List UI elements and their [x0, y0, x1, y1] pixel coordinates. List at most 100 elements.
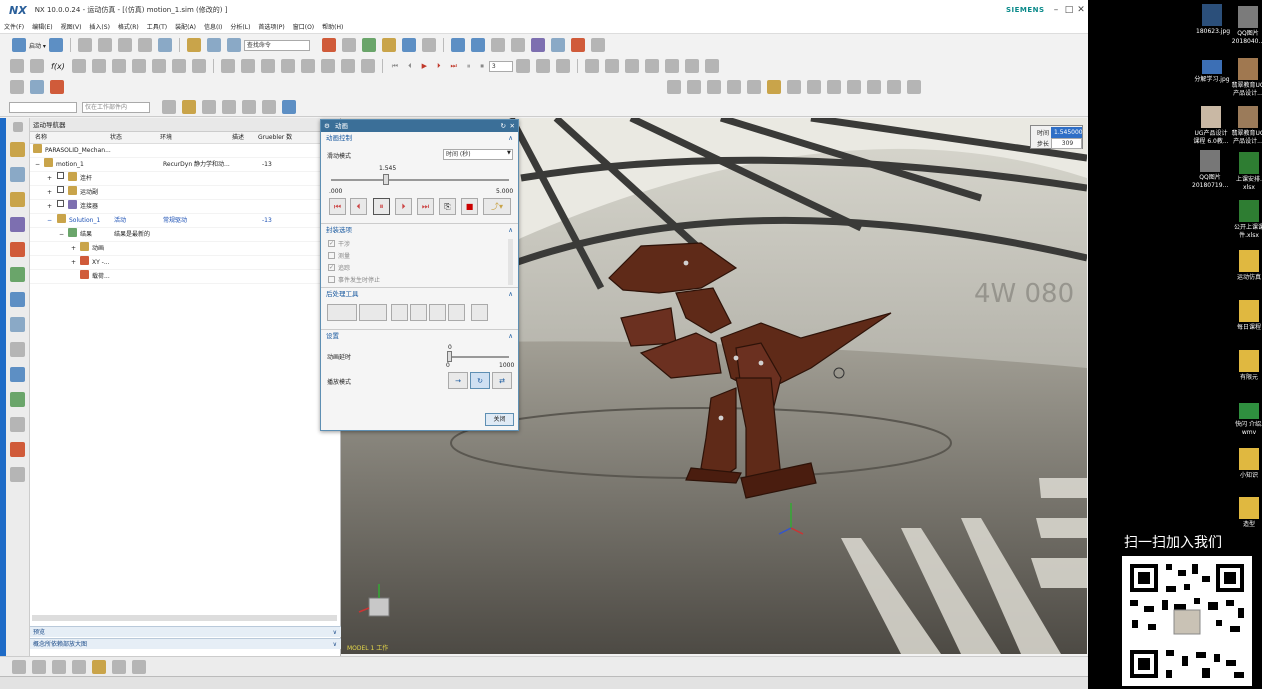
desktop-icon[interactable]: 造型 [1234, 497, 1262, 529]
menu-assembly[interactable]: 装配(A) [171, 22, 200, 31]
curve-tool-button[interactable] [410, 304, 427, 321]
static-wire-icon[interactable] [727, 80, 741, 94]
step-back-button[interactable]: ⏴ [350, 198, 367, 215]
dependency-panel-header[interactable]: 概念所依赖部放大图 ∨ [30, 638, 341, 649]
visibility-checkbox[interactable] [57, 200, 64, 207]
collapse-icon[interactable]: − [35, 158, 40, 172]
function-icon[interactable]: f(x) [51, 62, 65, 71]
measure-icon[interactable] [510, 38, 525, 52]
tree-row-connectors[interactable]: + 连接器 [30, 200, 340, 214]
bushing-icon[interactable] [111, 59, 126, 73]
start-menu[interactable]: 启动 ▾ [29, 41, 46, 50]
edit-icon[interactable] [92, 659, 106, 674]
hd3d-icon[interactable] [10, 267, 25, 282]
section-header-anim[interactable]: 动画控制 ∧ [321, 132, 518, 144]
time-value-input[interactable]: 1.545000 [1051, 127, 1083, 138]
graph-icon[interactable] [584, 59, 599, 73]
pause-button[interactable]: ⏸ [373, 198, 390, 215]
save-icon[interactable] [48, 38, 63, 52]
assembly-icon[interactable] [132, 659, 146, 674]
menu-info[interactable]: 信息(I) [200, 22, 226, 31]
reuse-library-icon[interactable] [10, 242, 25, 257]
layer-icon[interactable] [470, 38, 485, 52]
expand-icon[interactable]: + [71, 256, 76, 270]
assembly-navigator-icon[interactable] [10, 167, 25, 182]
type-filter-select[interactable] [9, 101, 77, 113]
tree-row-links[interactable]: + 连杆 [30, 172, 340, 186]
solution-icon[interactable] [320, 59, 335, 73]
trace-checkbox[interactable]: ✓ [328, 264, 335, 271]
section-header-settings[interactable]: 设置 ∧ [321, 330, 518, 342]
desktop-icon[interactable]: UG产品设计 课程 6.0教... [1191, 106, 1231, 146]
cut-icon[interactable] [77, 38, 92, 52]
section-tool-button[interactable] [448, 304, 465, 321]
last-frame-button[interactable]: ⏭ [417, 198, 434, 215]
delay-slider-track[interactable] [447, 356, 509, 358]
roles-icon[interactable] [10, 442, 25, 457]
settings-icon[interactable] [12, 122, 23, 132]
desktop-icon[interactable]: QQ图片 2018040... [1231, 6, 1262, 46]
box-icon[interactable] [10, 80, 24, 94]
collapse-icon[interactable]: − [59, 228, 64, 242]
force-icon[interactable] [220, 59, 235, 73]
visibility-checkbox[interactable] [57, 186, 64, 193]
tree-row-joints[interactable]: + 运动副 [30, 186, 340, 200]
marker-icon[interactable] [191, 59, 206, 73]
maximize-button[interactable]: □ [1063, 4, 1075, 16]
edge-icon[interactable] [847, 80, 861, 94]
measure-checkbox[interactable] [328, 252, 335, 259]
first-frame-button[interactable]: ⏮ [329, 198, 346, 215]
pause-icon[interactable]: ⏸ [467, 62, 471, 71]
ruler-icon[interactable] [590, 38, 605, 52]
section-header-post[interactable]: 后处理工具 ∧ [321, 288, 518, 300]
preview-panel-header[interactable]: 预览 ∨ [30, 626, 341, 637]
minimize-button[interactable]: – [1050, 4, 1062, 16]
cube-icon[interactable] [282, 100, 296, 114]
visibility-checkbox[interactable] [57, 172, 64, 179]
link-icon[interactable] [10, 59, 24, 73]
point-icon[interactable] [202, 100, 216, 114]
pattern-icon[interactable] [807, 80, 821, 94]
tree-row-solution[interactable]: − Solution_1 活动 常规驱动 -13 [30, 214, 340, 228]
grid-icon[interactable] [570, 38, 585, 52]
trace-tool-button[interactable] [327, 304, 357, 321]
sensor-icon[interactable] [280, 59, 295, 73]
step-value-input[interactable]: 309 [1051, 138, 1082, 149]
delete-icon[interactable] [137, 38, 152, 52]
datum-icon[interactable] [32, 659, 46, 674]
options-scrollbar[interactable] [508, 239, 513, 285]
stop-icon[interactable]: ⏹ [480, 62, 484, 71]
col-desc[interactable]: 描述 [232, 132, 258, 143]
step-select[interactable]: 3 [488, 60, 513, 72]
tree-row-xy[interactable]: + XY -... [30, 256, 340, 270]
col-status[interactable]: 状态 [110, 132, 160, 143]
analysis-icon[interactable] [530, 38, 545, 52]
selection-icon[interactable] [186, 38, 201, 52]
manufacturing-icon[interactable] [10, 417, 25, 432]
copy-icon[interactable] [97, 38, 112, 52]
stop-on-event-checkbox[interactable] [328, 276, 335, 283]
process-studio-icon[interactable] [10, 392, 25, 407]
lightbulb-icon[interactable] [887, 80, 901, 94]
desktop-icon[interactable]: 小知识 [1234, 448, 1262, 480]
prev-frame-icon[interactable]: ⏴ [408, 62, 412, 71]
slider-mode-select[interactable]: 时间 (秒) [443, 149, 513, 160]
expand-icon[interactable]: + [47, 200, 52, 214]
driver-icon[interactable] [260, 59, 275, 73]
constraint-navigator-icon[interactable] [10, 192, 25, 207]
desktop-icon[interactable]: 翡翠教育UG 产品设计... [1231, 58, 1262, 98]
snap-point-icon[interactable] [162, 100, 176, 114]
follow-tool-button[interactable] [391, 304, 408, 321]
capture-icon[interactable] [684, 59, 699, 73]
desktop-icon[interactable]: 180623.jpg [1196, 4, 1230, 36]
menu-analysis[interactable]: 分析(L) [226, 22, 254, 31]
extrude-icon[interactable] [52, 659, 66, 674]
export-frames-button[interactable]: ⎘ [439, 198, 456, 215]
joint-icon[interactable] [30, 59, 44, 73]
clock-resource-icon[interactable] [10, 367, 25, 382]
part-navigator-icon[interactable] [10, 217, 25, 232]
mirror-icon[interactable] [112, 659, 126, 674]
loop-button[interactable]: ↻ [470, 372, 490, 389]
menu-tools[interactable]: 工具(T) [143, 22, 171, 31]
command-search-input[interactable]: 查找命令 [243, 39, 310, 51]
